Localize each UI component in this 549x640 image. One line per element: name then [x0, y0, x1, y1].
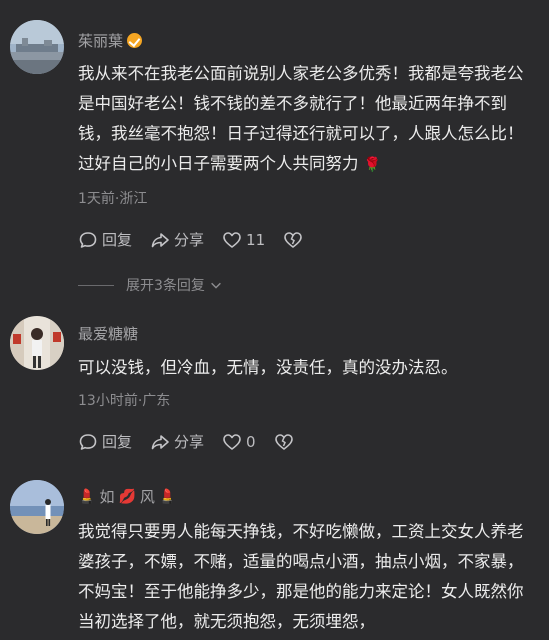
comment-bubble-icon: [79, 231, 97, 248]
comment-body: 我觉得只要男人能每天挣钱，不好吃懒做，工资上交女人养老婆孩子，不嫖，不赌，适量的…: [78, 522, 524, 631]
comment-actions: 回复 分享 11: [78, 229, 321, 250]
username[interactable]: 茱丽葉: [78, 30, 143, 51]
broken-heart-icon: [274, 433, 293, 450]
comment-actions: 回复 分享 0: [78, 431, 312, 452]
comment-meta: 13小时前·广东: [78, 393, 171, 409]
dislike-button[interactable]: [283, 230, 303, 250]
comment-item: 最爱糖糖 可以没钱，但冷血，无情，没责任，真的没办法忍。 13小时前·广东 回复…: [0, 300, 549, 470]
comment-item: 💄 如 💋 风 💄 我觉得只要男人能每天挣钱，不好吃懒做，工资上交女人养老婆孩子…: [0, 470, 549, 640]
share-arrow-icon: [151, 232, 169, 247]
avatar-image: [10, 316, 64, 370]
like-button[interactable]: 11: [222, 230, 265, 250]
like-count: 0: [246, 432, 256, 451]
username-text: 茱丽葉: [78, 32, 124, 50]
lipstick-icon: 💄: [158, 488, 177, 505]
username-text-part: 风: [139, 488, 155, 506]
share-label: 分享: [174, 231, 205, 249]
username[interactable]: 💄 如 💋 风 💄: [78, 486, 176, 507]
orange-check-badge-icon: [127, 33, 143, 48]
share-arrow-icon: [151, 434, 169, 449]
heart-icon: [223, 433, 241, 450]
username[interactable]: 最爱糖糖: [78, 323, 138, 344]
comment-bubble-icon: [79, 433, 97, 450]
username-text: 最爱糖糖: [78, 325, 139, 343]
comment-body: 可以没钱，但冷血，无情，没责任，真的没办法忍。: [78, 358, 458, 377]
like-count: 11: [246, 230, 266, 249]
share-button[interactable]: 分享: [150, 431, 204, 452]
like-button[interactable]: 0: [222, 432, 256, 452]
reply-label: 回复: [102, 433, 133, 451]
comment-body: 我从来不在我老公面前说别人家老公多优秀！我都是夸我老公是中国好老公！钱不钱的差不…: [78, 64, 524, 173]
avatar[interactable]: [10, 20, 64, 74]
share-button[interactable]: 分享: [150, 229, 204, 250]
avatar-image: [10, 480, 64, 534]
divider-line: [78, 284, 114, 286]
chevron-down-icon: [211, 282, 221, 289]
comment-meta: 1天前·浙江: [78, 191, 148, 207]
username-text-part: 如: [99, 488, 115, 506]
reply-button[interactable]: 回复: [78, 229, 132, 250]
avatar[interactable]: [10, 316, 64, 370]
dislike-button[interactable]: [274, 432, 294, 452]
comment-item: 茱丽葉 我从来不在我老公面前说别人家老公多优秀！我都是夸我老公是中国好老公！钱不…: [0, 0, 549, 300]
lipstick-icon: 💄: [78, 488, 96, 505]
comment-text[interactable]: 我从来不在我老公面前说别人家老公多优秀！我都是夸我老公是中国好老公！钱不钱的差不…: [78, 59, 530, 180]
reply-button[interactable]: 回复: [78, 431, 132, 452]
broken-heart-icon: [284, 231, 302, 248]
avatar-image: [10, 20, 64, 74]
avatar[interactable]: [10, 480, 64, 534]
expand-label: 展开3条回复: [126, 278, 205, 294]
heart-icon: [223, 231, 241, 248]
rose-emoji: 🌹: [363, 157, 382, 173]
share-label: 分享: [174, 433, 205, 451]
reply-label: 回复: [102, 231, 133, 249]
comment-text[interactable]: 我觉得只要男人能每天挣钱，不好吃懒做，工资上交女人养老婆孩子，不嫖，不赌，适量的…: [78, 517, 530, 637]
comment-text[interactable]: 可以没钱，但冷血，无情，没责任，真的没办法忍。: [78, 353, 530, 383]
expand-replies-button[interactable]: 展开3条回复: [78, 275, 223, 295]
lips-icon: 💋: [118, 488, 136, 505]
